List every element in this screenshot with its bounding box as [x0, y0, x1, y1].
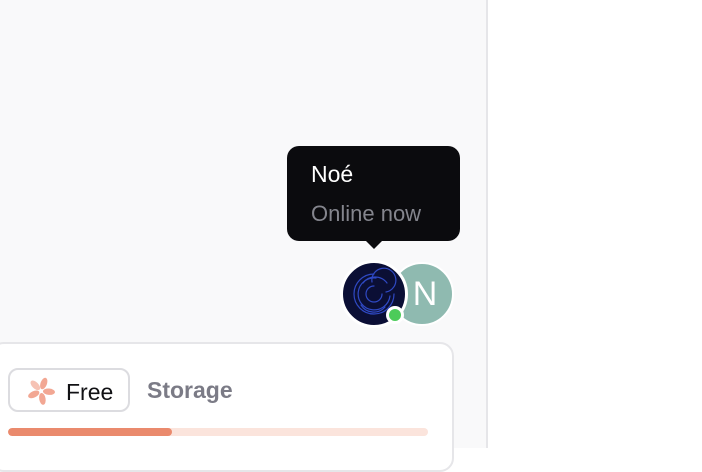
storage-progress-fill: [8, 428, 172, 436]
main-content-area: [488, 0, 702, 448]
tooltip-user-name: Noé: [311, 161, 354, 187]
storage-label: Storage: [147, 377, 233, 403]
flower-icon: [28, 377, 55, 405]
user-tooltip: Noé Online now: [287, 146, 460, 249]
free-plan-label: Free: [66, 379, 114, 405]
storage-progress-bar: [8, 428, 428, 436]
online-status-indicator: [386, 306, 404, 324]
tooltip-user-status: Online now: [311, 201, 422, 226]
free-plan-badge[interactable]: Free: [8, 368, 130, 412]
